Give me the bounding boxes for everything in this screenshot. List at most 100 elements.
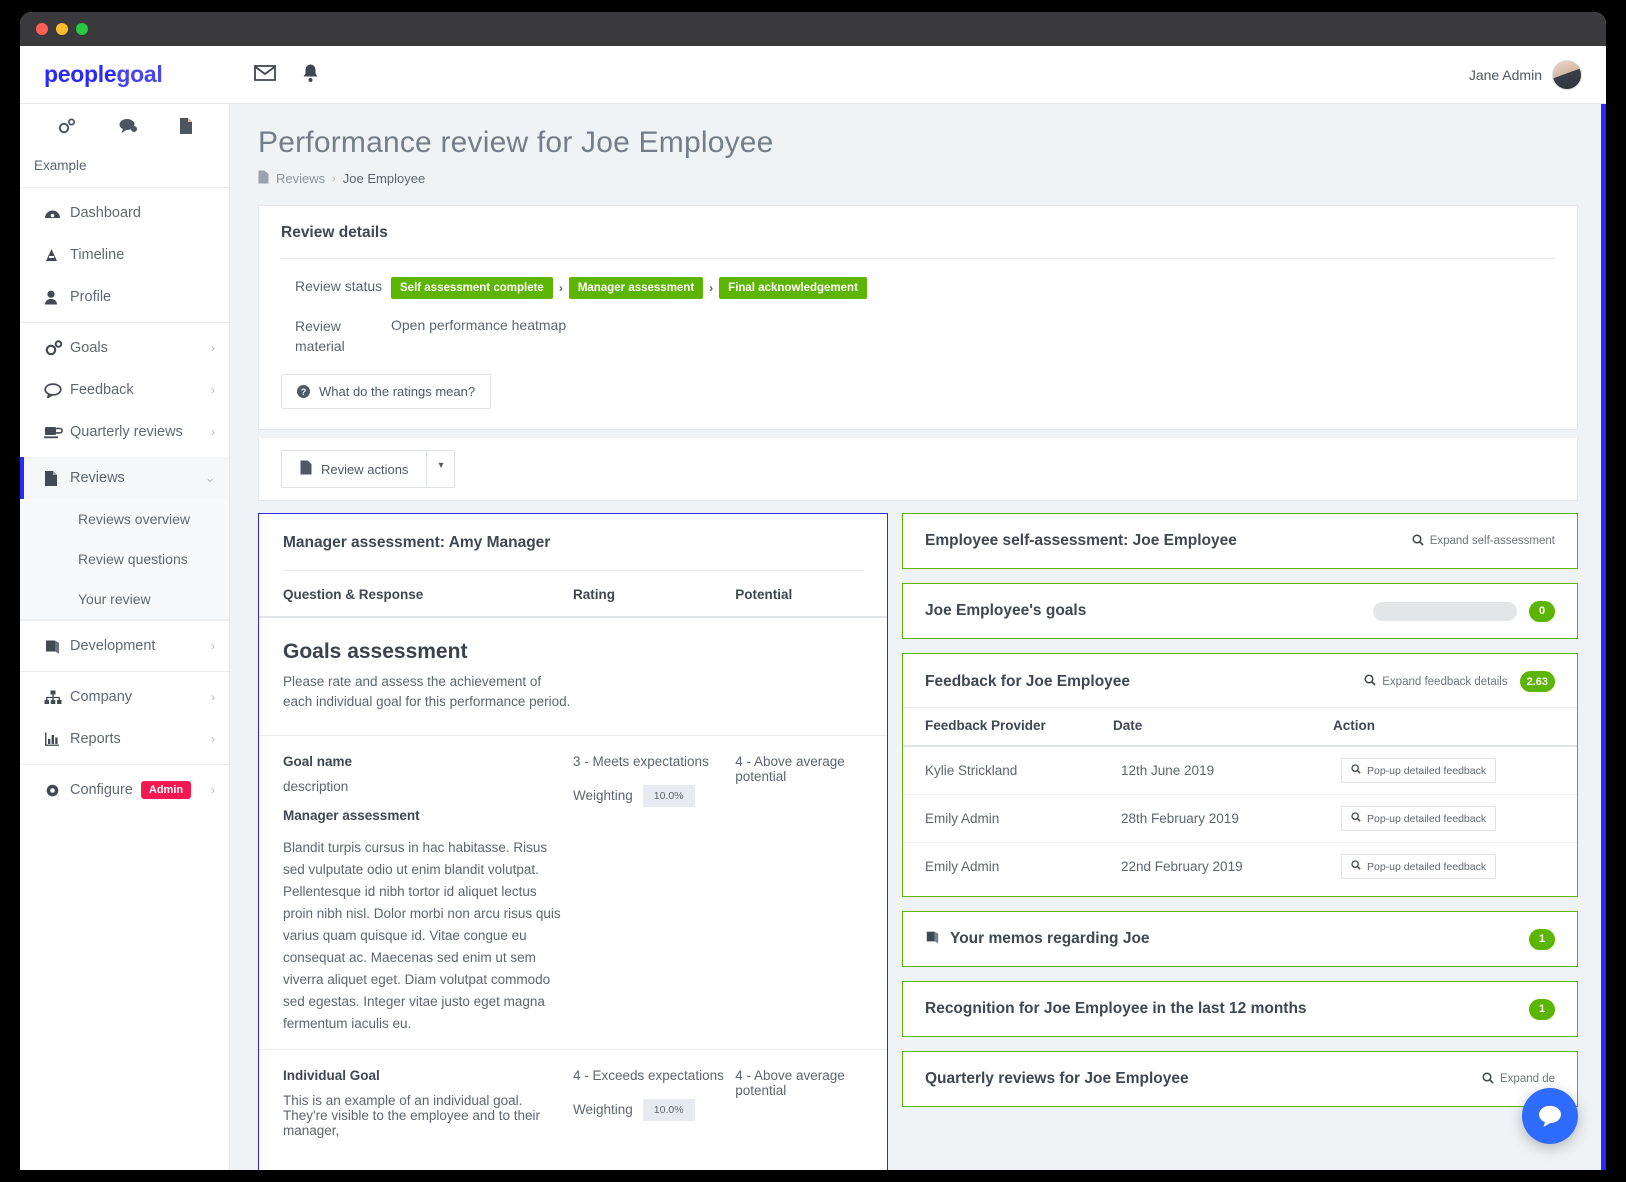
- gear-icon: [44, 782, 70, 799]
- status-badge-manager-assessment[interactable]: Manager assessment: [568, 277, 704, 299]
- review-actions-button[interactable]: Review actions: [281, 450, 428, 489]
- popup-detailed-feedback-button[interactable]: Pop-up detailed feedback: [1341, 758, 1497, 784]
- panel-actions: Expand self-assessment: [1412, 534, 1555, 549]
- review-material-row: Review material Open performance heatmap: [281, 317, 1555, 356]
- sidebar-item-goals[interactable]: Goals ›: [20, 327, 229, 369]
- sidebar-item-reviews-overview[interactable]: Reviews overview: [20, 499, 229, 539]
- logo-text-goal: goal: [116, 61, 163, 87]
- chat-bubbles-icon[interactable]: [118, 118, 138, 139]
- magnifier-icon: [1351, 860, 1361, 873]
- sidebar-item-configure[interactable]: Configure Admin ›: [20, 769, 229, 811]
- avatar[interactable]: [1552, 60, 1582, 90]
- goals-count-badge: 0: [1529, 600, 1555, 622]
- sidebar-item-your-review[interactable]: Your review: [20, 579, 229, 619]
- column-header-question: Question & Response: [259, 571, 573, 619]
- settings-gears-icon[interactable]: [57, 117, 77, 140]
- chevron-right-icon: ›: [211, 341, 215, 355]
- review-status-steps: Self assessment complete › Manager asses…: [391, 277, 867, 299]
- expand-quarterly-reviews-link[interactable]: Expand de: [1482, 1072, 1555, 1087]
- magnifier-icon: [1364, 674, 1376, 689]
- review-details-card: Review details Review status Self assess…: [258, 205, 1578, 431]
- organization-label: Example: [34, 158, 87, 173]
- close-window-button[interactable]: [36, 23, 48, 35]
- maximize-window-button[interactable]: [76, 23, 88, 35]
- status-badge-final-acknowledgement[interactable]: Final acknowledgement: [719, 277, 867, 299]
- timeline-icon: [44, 248, 70, 262]
- mail-icon[interactable]: [254, 64, 276, 85]
- chevron-right-icon: ›: [211, 383, 215, 397]
- review-details-heading: Review details: [281, 224, 388, 241]
- sidebar-group-modules: Goals › Feedback › Quarterly reviews ›: [20, 322, 229, 457]
- expand-label: Expand feedback details: [1382, 675, 1508, 688]
- sidebar-item-label: Dashboard: [70, 205, 141, 221]
- goals-gears-icon: [44, 339, 70, 357]
- manager-assessment-text: Blandit turpis cursus in hac habitasse. …: [283, 839, 561, 1031]
- breadcrumb-link-reviews[interactable]: Reviews: [276, 171, 325, 186]
- expand-feedback-details-link[interactable]: Expand feedback details: [1364, 674, 1508, 689]
- step-separator: ›: [709, 281, 714, 295]
- status-badge-self-assessment[interactable]: Self assessment complete: [391, 277, 553, 299]
- expand-self-assessment-link[interactable]: Expand self-assessment: [1412, 534, 1555, 549]
- magnifier-icon: [1412, 534, 1424, 549]
- loading-placeholder-bar: [1373, 601, 1517, 621]
- sidebar-item-review-questions[interactable]: Review questions: [20, 539, 229, 579]
- sidebar-item-company[interactable]: Company ›: [20, 676, 229, 718]
- sidebar-item-timeline[interactable]: Timeline: [20, 234, 229, 276]
- chat-bubble-icon[interactable]: [1522, 1088, 1578, 1144]
- minimize-window-button[interactable]: [56, 23, 68, 35]
- peoplegoal-logo[interactable]: peoplegoal: [20, 61, 230, 88]
- section-title: Goals assessment: [283, 640, 468, 664]
- expand-label: Expand de: [1500, 1073, 1555, 1086]
- document-icon: [300, 460, 312, 478]
- user-area[interactable]: Jane Admin: [1469, 46, 1582, 104]
- what-do-ratings-mean-button[interactable]: ? What do the ratings mean?: [281, 374, 492, 410]
- feedback-provider: Emily Admin: [925, 859, 1000, 875]
- chevron-right-icon: ›: [211, 425, 215, 439]
- sidebar-item-dashboard[interactable]: Dashboard: [20, 192, 229, 234]
- sidebar-group-configure: Configure Admin ›: [20, 764, 229, 815]
- bar-chart-icon: [44, 732, 70, 746]
- goal-name: Individual Goal: [283, 1067, 380, 1083]
- open-performance-heatmap-link[interactable]: Open performance heatmap: [391, 317, 566, 356]
- bell-icon[interactable]: [302, 63, 319, 86]
- magnifier-icon: [1482, 1072, 1494, 1087]
- scrollbar[interactable]: [1601, 104, 1606, 1170]
- content-columns: Manager assessment: Amy Manager Question…: [230, 501, 1606, 1170]
- popup-detailed-feedback-button[interactable]: Pop-up detailed feedback: [1341, 806, 1497, 832]
- right-column: Employee self-assessment: Joe Employee E…: [902, 513, 1578, 1170]
- popup-detailed-feedback-button[interactable]: Pop-up detailed feedback: [1341, 854, 1497, 880]
- self-assessment-panel[interactable]: Employee self-assessment: Joe Employee E…: [902, 513, 1578, 570]
- document-icon[interactable]: [179, 117, 193, 140]
- step-separator: ›: [558, 281, 563, 295]
- table-row: Kylie Strickland 12th June 2019 Pop-up d…: [903, 746, 1577, 796]
- goal-name: Goal name: [283, 753, 353, 769]
- sidebar-item-feedback[interactable]: Feedback ›: [20, 369, 229, 411]
- review-actions-button-group: Review actions ▾: [281, 450, 456, 489]
- recognition-panel[interactable]: Recognition for Joe Employee in the last…: [902, 981, 1578, 1038]
- table-row: Emily Admin 22nd February 2019 Pop-up de…: [903, 843, 1577, 891]
- memos-panel-title-group: Your memos regarding Joe: [925, 930, 1150, 949]
- quarterly-reviews-panel[interactable]: Quarterly reviews for Joe Employee Expan…: [902, 1051, 1578, 1108]
- chevron-down-icon: ⌄: [204, 471, 215, 485]
- feedback-date: 28th February 2019: [1113, 794, 1333, 844]
- chevron-right-icon: ›: [211, 690, 215, 704]
- app-body: Example Dashboard Timeline Profile Goals…: [20, 104, 1606, 1170]
- panel-actions: 1: [1529, 928, 1555, 950]
- rating-value: 3 - Meets expectations: [573, 753, 709, 769]
- sidebar-item-quarterly-reviews[interactable]: Quarterly reviews ›: [20, 411, 229, 453]
- sidebar-item-reviews[interactable]: Reviews ⌄: [20, 457, 229, 499]
- feedback-panel-header[interactable]: Feedback for Joe Employee Expand feedbac…: [903, 654, 1577, 707]
- window-titlebar: [20, 12, 1606, 46]
- popup-button-label: Pop-up detailed feedback: [1367, 860, 1487, 873]
- sidebar-item-label: Reviews: [70, 470, 125, 486]
- sidebar-item-profile[interactable]: Profile: [20, 276, 229, 318]
- review-actions-dropdown-toggle[interactable]: ▾: [427, 450, 456, 489]
- weighting-value: 10.0%: [642, 784, 695, 807]
- sidebar-item-reports[interactable]: Reports ›: [20, 718, 229, 760]
- feedback-panel-title: Feedback for Joe Employee: [925, 672, 1131, 690]
- chevron-right-icon: ›: [211, 783, 215, 797]
- sidebar-item-development[interactable]: Development ›: [20, 625, 229, 667]
- goals-panel[interactable]: Joe Employee's goals 0: [902, 583, 1578, 640]
- popup-button-label: Pop-up detailed feedback: [1367, 812, 1487, 825]
- memos-panel[interactable]: Your memos regarding Joe 1: [902, 911, 1578, 968]
